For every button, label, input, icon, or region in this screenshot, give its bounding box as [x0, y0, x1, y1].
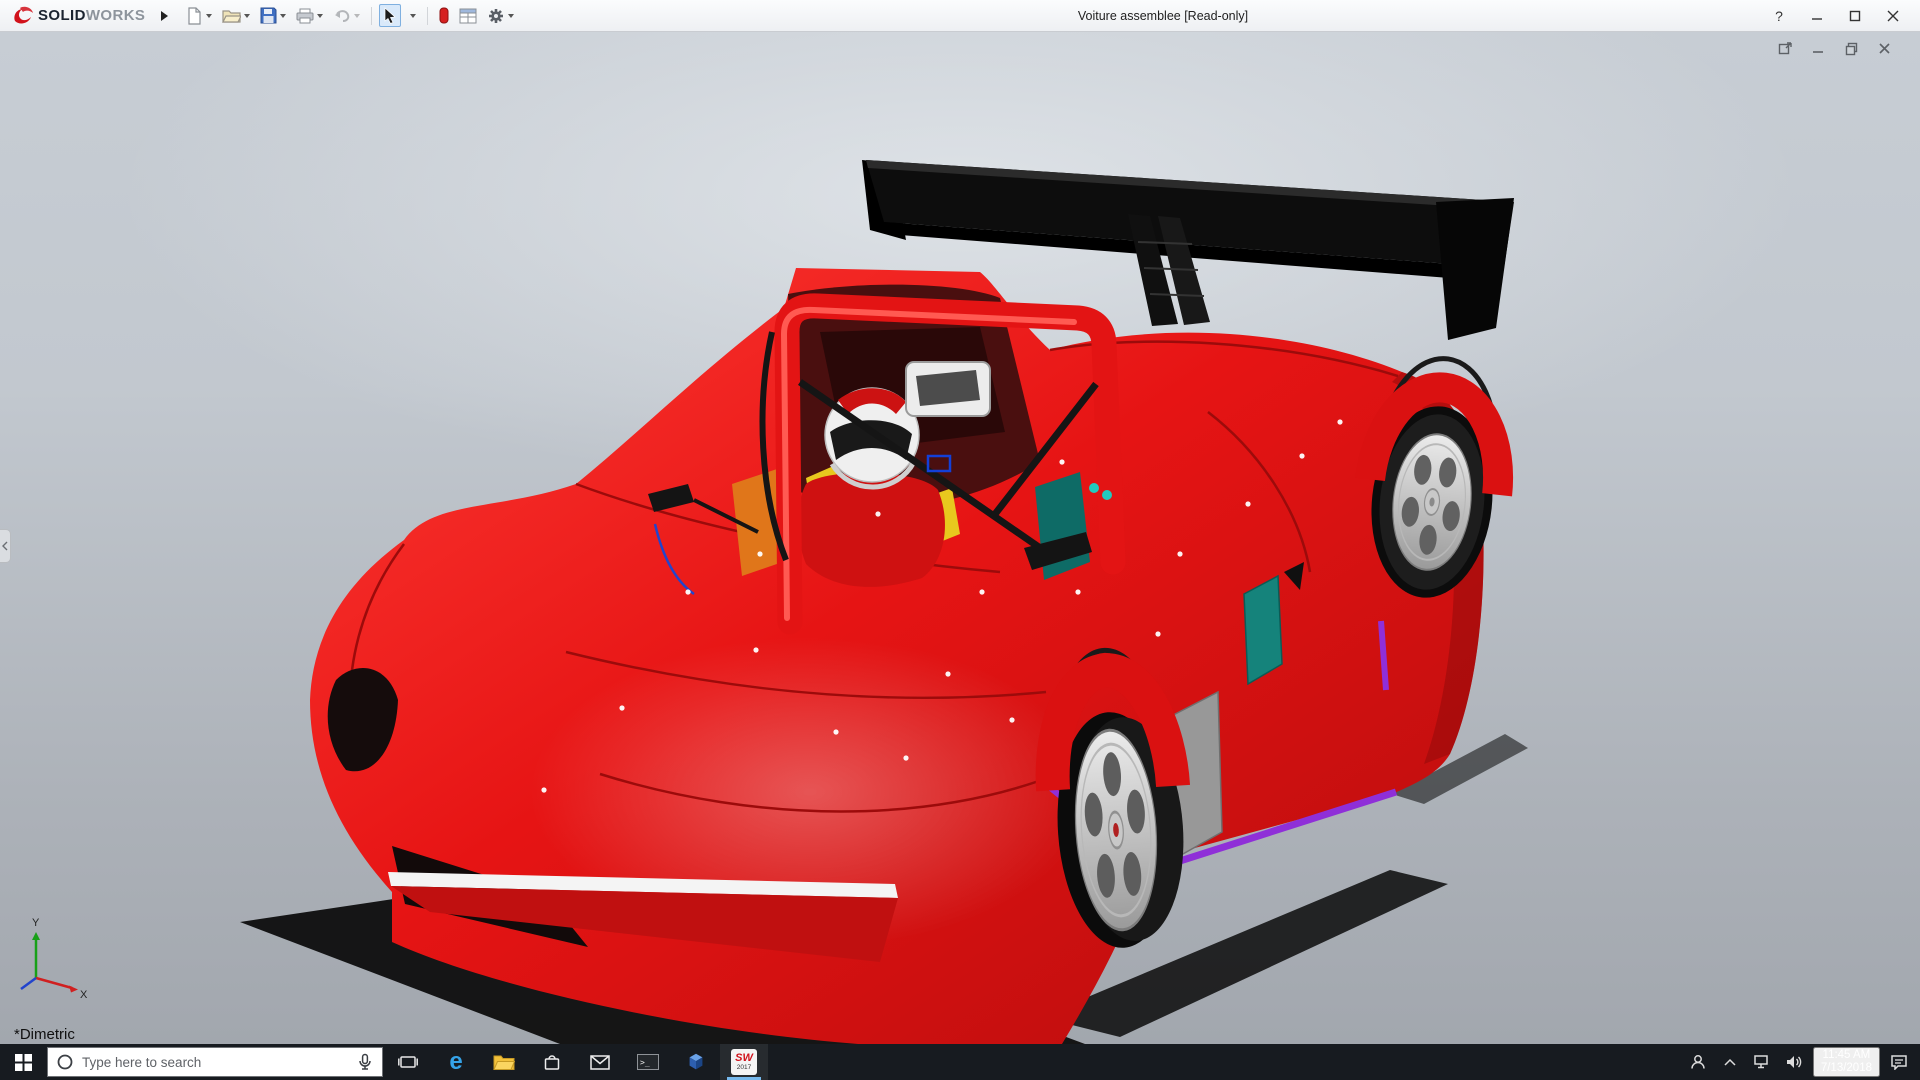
quick-access-toolbar — [182, 4, 518, 28]
system-tray: 11:45 AM 7/13/2018 — [1685, 1044, 1920, 1080]
save-floppy-icon — [260, 7, 277, 24]
gear-icon — [487, 7, 505, 25]
open-document-button[interactable] — [218, 5, 254, 27]
dropdown-caret-icon — [244, 14, 250, 18]
minimize-icon — [1811, 10, 1823, 22]
network-icon — [1753, 1054, 1771, 1070]
folder-icon — [493, 1053, 515, 1071]
maximize-icon — [1849, 10, 1861, 22]
triad-y-label: Y — [32, 917, 40, 929]
solidworks-app-button[interactable]: SW 2017 — [720, 1044, 768, 1080]
action-center-button[interactable] — [1886, 1044, 1912, 1080]
select-cursor-icon — [383, 7, 397, 24]
undo-arrow-icon — [333, 8, 351, 24]
dropdown-caret-icon — [317, 14, 323, 18]
appearance-swatch-icon — [439, 7, 449, 24]
doc-restore-icon[interactable] — [1844, 41, 1859, 56]
blue-cube-icon — [685, 1051, 707, 1073]
clock-date: 7/13/2018 — [1821, 1062, 1872, 1075]
doc-minimize-icon[interactable] — [1811, 41, 1826, 56]
dropdown-caret-icon — [354, 14, 360, 18]
solidworks-window: SOLIDWORKS — [0, 0, 1920, 1080]
triad-x-label: X — [80, 989, 88, 1001]
network-button[interactable] — [1749, 1044, 1775, 1080]
dropdown-caret-icon — [280, 14, 286, 18]
microphone-icon[interactable] — [356, 1053, 374, 1071]
mail-envelope-icon — [590, 1055, 610, 1070]
solidworks-tool-button[interactable] — [672, 1044, 720, 1080]
chevron-left-icon — [2, 541, 8, 551]
close-icon — [1887, 10, 1899, 22]
new-document-button[interactable] — [182, 4, 216, 28]
toolbar-separator — [371, 7, 372, 25]
minimize-button[interactable] — [1800, 3, 1834, 29]
dropdown-caret-icon — [206, 14, 212, 18]
store-bag-icon — [543, 1053, 561, 1071]
new-document-icon — [186, 7, 203, 25]
solidworks-ds-icon — [12, 6, 34, 26]
printer-icon — [296, 8, 314, 24]
close-button[interactable] — [1876, 3, 1910, 29]
sidepod-vent-teal — [1244, 576, 1282, 684]
command-prompt-icon: >_ — [637, 1054, 659, 1070]
table-report-icon — [459, 8, 477, 24]
toolbar-separator — [427, 7, 428, 25]
car-assembly-model[interactable]: Y X — [0, 32, 1920, 1044]
appearance-button[interactable] — [435, 4, 453, 27]
document-window-controls — [1778, 41, 1892, 56]
maximize-button[interactable] — [1838, 3, 1872, 29]
select-tool-button[interactable] — [379, 4, 401, 27]
file-explorer-button[interactable] — [480, 1044, 528, 1080]
undo-button[interactable] — [329, 5, 364, 27]
taskbar-search[interactable] — [47, 1047, 383, 1077]
open-folder-icon — [222, 8, 241, 24]
print-button[interactable] — [292, 5, 327, 27]
solidworks-logo: SOLIDWORKS — [12, 6, 145, 26]
doc-pin-icon[interactable] — [1778, 41, 1793, 56]
windows-logo-icon — [15, 1054, 32, 1071]
view-orientation-label: *Dimetric — [14, 1026, 75, 1043]
task-view-button[interactable] — [384, 1044, 432, 1080]
hidden-icons-button[interactable] — [1717, 1044, 1743, 1080]
start-button[interactable] — [0, 1044, 46, 1080]
volume-button[interactable] — [1781, 1044, 1807, 1080]
cortana-icon — [56, 1053, 74, 1071]
toolbar-flyout-arrow[interactable] — [161, 11, 168, 21]
save-button[interactable] — [256, 4, 290, 27]
search-input[interactable] — [82, 1055, 348, 1070]
select-tool-flyout[interactable] — [403, 11, 420, 21]
options-button[interactable] — [483, 4, 518, 28]
edge-icon: e — [449, 1050, 462, 1074]
speaker-icon — [1785, 1054, 1803, 1070]
people-icon — [1689, 1053, 1707, 1071]
chevron-up-icon — [1724, 1058, 1736, 1066]
doc-close-icon[interactable] — [1877, 41, 1892, 56]
mail-button[interactable] — [576, 1044, 624, 1080]
clock[interactable]: 11:45 AM 7/13/2018 — [1813, 1047, 1880, 1077]
feature-panel-collapsed-tab[interactable] — [0, 529, 11, 563]
graphics-area[interactable]: Y X *Dimetric — [0, 32, 1920, 1044]
command-prompt-button[interactable]: >_ — [624, 1044, 672, 1080]
notification-icon — [1890, 1054, 1908, 1070]
taskbar: e >_ — [0, 1044, 1920, 1080]
solidworks-app-icon: SW 2017 — [731, 1049, 757, 1075]
people-button[interactable] — [1685, 1044, 1711, 1080]
task-view-icon — [398, 1053, 418, 1071]
orientation-triad[interactable]: Y X — [21, 917, 88, 1001]
help-button[interactable]: ? — [1762, 3, 1796, 29]
titlebar: SOLIDWORKS — [0, 0, 1920, 32]
document-title: Voiture assemblee [Read-only] — [1078, 9, 1248, 23]
dropdown-caret-icon — [508, 14, 514, 18]
logo-text-solid: SOLID — [38, 7, 86, 24]
logo-text-works: WORKS — [86, 7, 146, 24]
report-button[interactable] — [455, 5, 481, 27]
store-button[interactable] — [528, 1044, 576, 1080]
rearview-mirror — [906, 362, 990, 416]
dropdown-caret-icon — [410, 14, 416, 18]
clock-time: 11:45 AM — [1821, 1049, 1872, 1062]
edge-browser-button[interactable]: e — [432, 1044, 480, 1080]
